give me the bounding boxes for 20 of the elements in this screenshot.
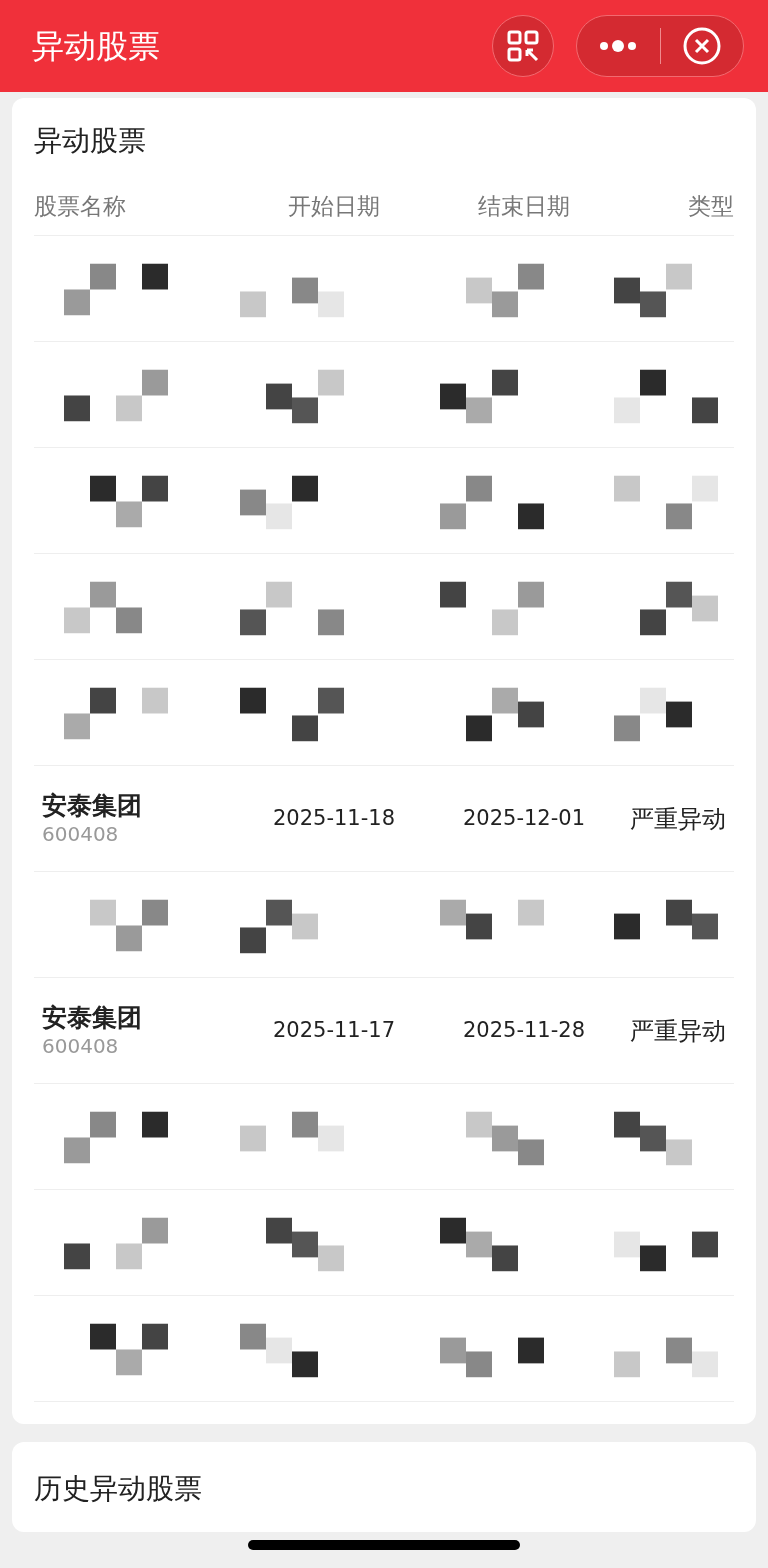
column-header: 结束日期	[477, 192, 571, 222]
more-icon	[598, 39, 639, 53]
column-header: 类型	[687, 192, 734, 222]
close-icon	[681, 26, 722, 66]
column-header: 开始日期	[287, 192, 381, 222]
card-title: 异动股票	[34, 123, 147, 159]
alert-type: 严重异动	[629, 803, 727, 835]
card-title: 历史异动股票	[34, 1471, 203, 1507]
end-date: 2025-12-01	[461, 804, 586, 832]
column-header: 股票名称	[34, 192, 127, 222]
page-title: 异动股票	[32, 26, 161, 67]
alert-type: 严重异动	[629, 1015, 727, 1047]
start-date: 2025-11-18	[271, 804, 396, 832]
stock-name: 安泰集团	[41, 790, 143, 821]
stock-name: 安泰集团	[41, 1002, 143, 1033]
stock-code: 600408	[41, 820, 120, 847]
end-date: 2025-11-28	[461, 1016, 586, 1044]
start-date: 2025-11-17	[271, 1016, 396, 1044]
stock-code: 600408	[41, 1032, 120, 1059]
scan-icon	[506, 29, 540, 63]
